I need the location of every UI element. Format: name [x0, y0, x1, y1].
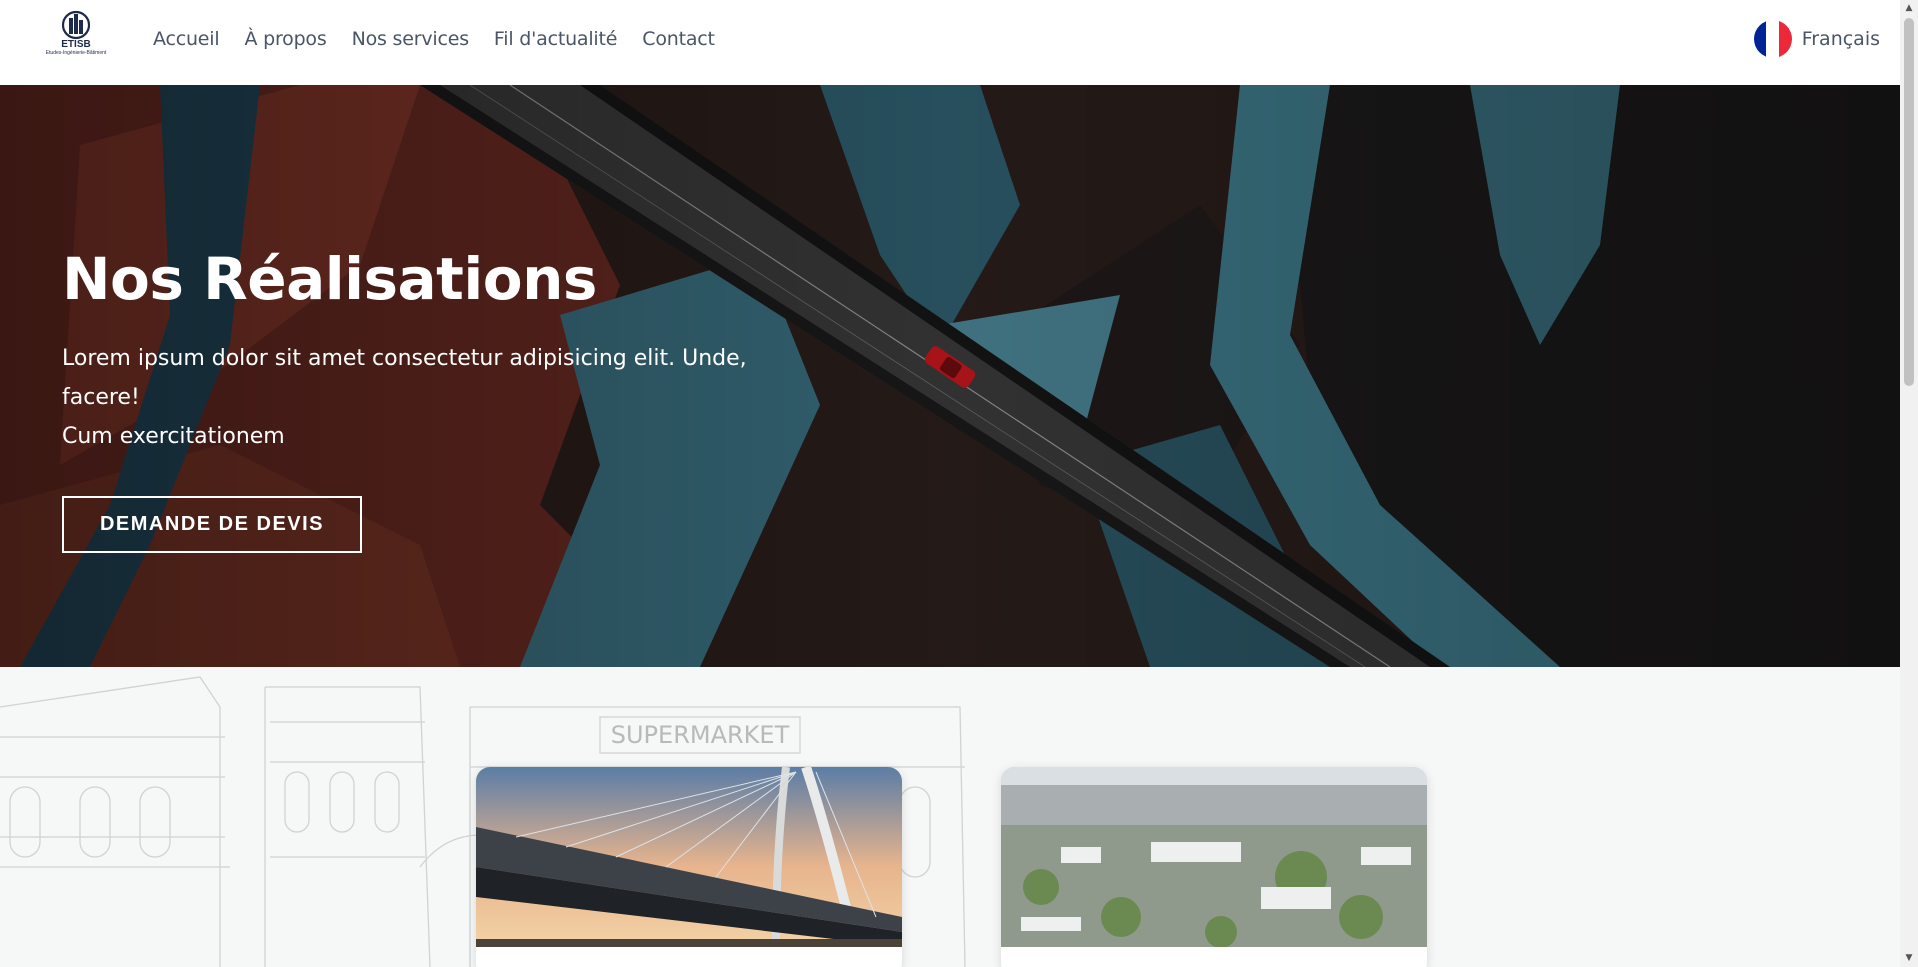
language-label: Français [1801, 28, 1880, 50]
hero-subtitle-line2: Cum exercitationem [62, 424, 285, 449]
logo-subtitle: Etudes-Ingénierie-Bâtiment [45, 50, 107, 56]
hero-section: Nos Réalisations Lorem ipsum dolor sit a… [0, 85, 1900, 667]
nav-link-nos-services[interactable]: Nos services [352, 28, 470, 50]
logo-text: ETISB [61, 39, 91, 50]
nav-link-accueil[interactable]: Accueil [153, 28, 220, 50]
supermarket-sign: SUPERMARKET [611, 721, 790, 749]
nav-link-fil-actualite[interactable]: Fil d'actualité [494, 28, 618, 50]
logo[interactable]: ETISB Etudes-Ingénierie-Bâtiment [36, 10, 116, 70]
building-logo-icon [61, 10, 91, 40]
scroll-up-arrow-icon[interactable]: ▲ [1900, 0, 1918, 17]
aerial-city-image [1001, 767, 1427, 947]
hero-subtitle-line1: Lorem ipsum dolor sit amet consectetur a… [62, 346, 747, 410]
nav-link-contact[interactable]: Contact [642, 28, 715, 50]
scroll-down-arrow-icon[interactable]: ▼ [1900, 950, 1918, 967]
language-selector[interactable]: Français [1753, 20, 1880, 58]
hero-subtitle: Lorem ipsum dolor sit amet consectetur a… [62, 339, 822, 456]
main-nav: Accueil À propos Nos services Fil d'actu… [153, 28, 715, 50]
project-card[interactable] [1001, 767, 1427, 967]
hero-title: Nos Réalisations [62, 245, 597, 313]
navbar: ETISB Etudes-Ingénierie-Bâtiment Accueil… [0, 0, 1900, 85]
france-flag-icon [1753, 20, 1792, 58]
projects-section: SUPERMARKET [0, 667, 1900, 967]
project-card[interactable] [476, 767, 902, 967]
scrollbar-thumb[interactable] [1904, 18, 1914, 386]
bridge-sunset-image [476, 767, 902, 947]
quote-request-button[interactable]: DEMANDE DE DEVIS [62, 496, 362, 553]
hero-content: Nos Réalisations Lorem ipsum dolor sit a… [62, 245, 822, 553]
nav-link-a-propos[interactable]: À propos [244, 28, 326, 50]
vertical-scrollbar[interactable]: ▲ ▼ [1900, 0, 1918, 967]
